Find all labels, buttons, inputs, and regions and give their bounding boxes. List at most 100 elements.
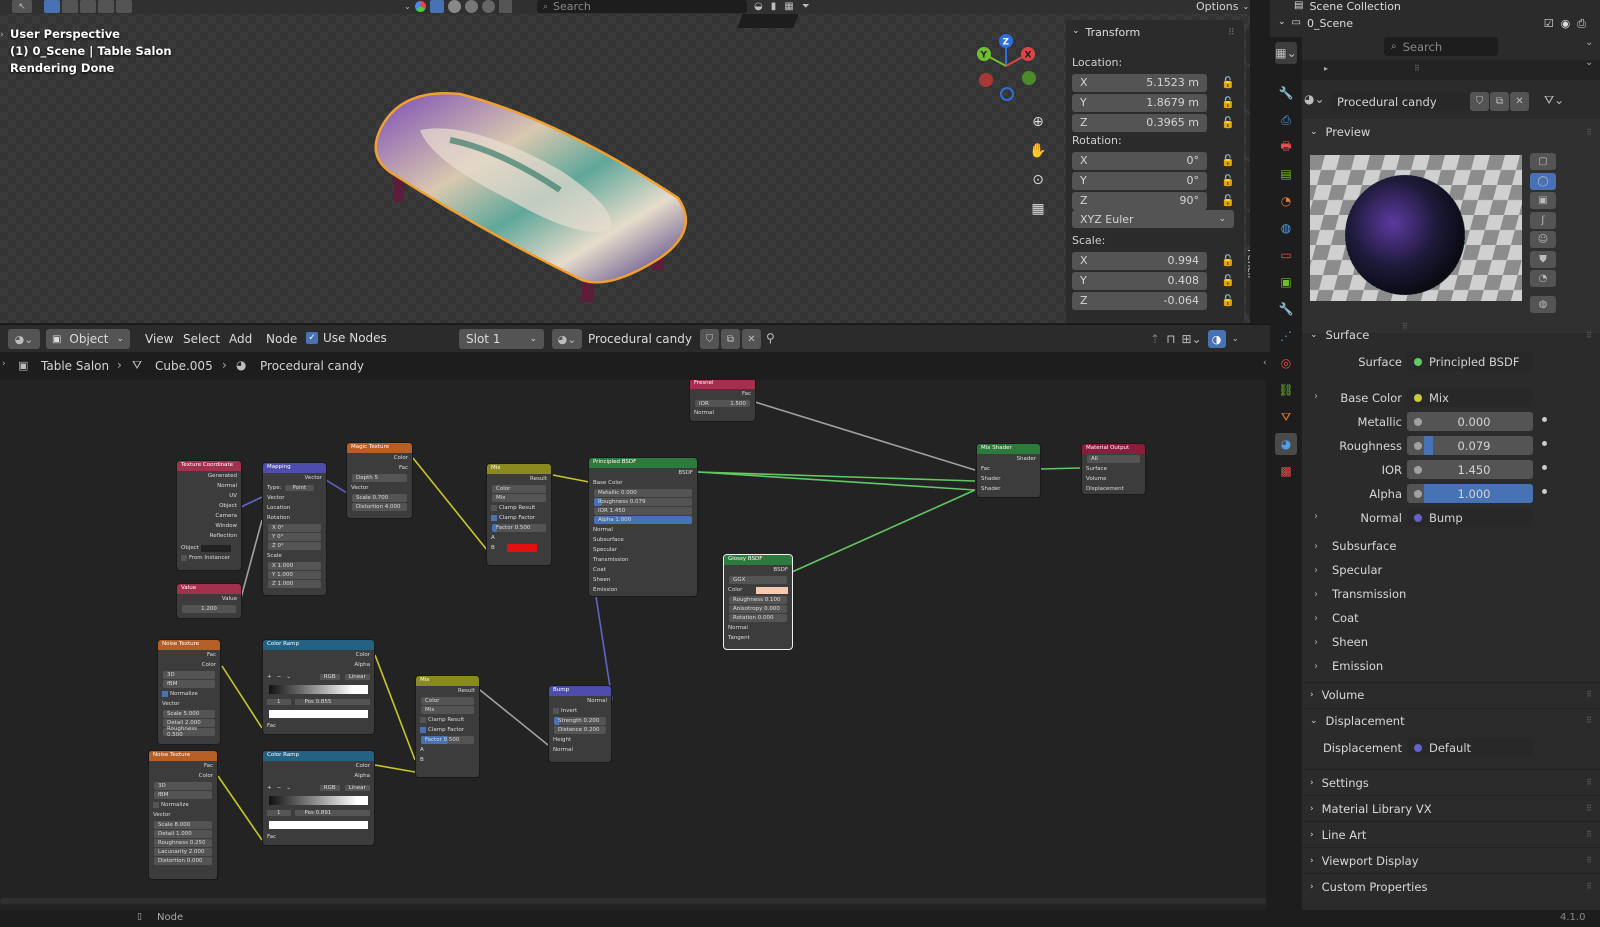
- interpolation-select[interactable]: Linear: [344, 785, 370, 791]
- type-field[interactable]: Type: Point: [263, 483, 326, 493]
- factor-field[interactable]: Factor 0.500: [421, 736, 474, 744]
- viewport-search[interactable]: ⌕ Search: [537, 0, 747, 13]
- input-field[interactable]: 0.079: [1407, 436, 1533, 455]
- zoom-icon[interactable]: ⊕: [1027, 111, 1049, 133]
- node-color-ramp-1[interactable]: Color Ramp Color Alpha + − ⌄ RGB Linear 1P…: [262, 639, 375, 735]
- node-socket[interactable]: Anisotropy 0.000: [729, 605, 787, 613]
- checkbox-icon[interactable]: [420, 717, 426, 723]
- rendered-shading-icon[interactable]: [481, 0, 495, 13]
- outliner-scene-row[interactable]: ⌄ ▭ 0_Scene ☑ ◉ ⎙: [1278, 17, 1600, 31]
- node-mix-1[interactable]: Mix Result Color Mix Clamp Result Clamp …: [486, 463, 552, 566]
- section-custom-properties[interactable]: › Custom Properties ⠿: [1302, 873, 1600, 899]
- node-socket[interactable]: Roughness 0.100: [729, 596, 787, 604]
- node-noise-texture-2[interactable]: Noise Texture Fac Color 3D fBM Normalize…: [148, 750, 218, 880]
- socket-alpha[interactable]: Alpha: [263, 660, 374, 670]
- hair-icon[interactable]: ʃ: [1530, 211, 1556, 229]
- node-socket[interactable]: Emission: [589, 585, 697, 595]
- color-mode-select[interactable]: RGB: [319, 785, 340, 791]
- socket-tangent[interactable]: Tangent: [724, 633, 792, 643]
- node-socket[interactable]: Window: [177, 521, 241, 531]
- slot-select[interactable]: Slot 1 ⌄: [459, 329, 544, 349]
- factor-field[interactable]: Factor 0.500: [492, 524, 546, 532]
- tool-icon[interactable]: 🔧: [1275, 82, 1297, 104]
- dimensions-select[interactable]: 3D: [154, 782, 212, 790]
- stop-color-swatch[interactable]: [269, 821, 368, 829]
- subsection-subsurface[interactable]: › Subsurface: [1302, 534, 1600, 558]
- socket-bsdf[interactable]: BSDF: [589, 468, 697, 478]
- node-socket[interactable]: Roughness 0.500: [163, 726, 215, 738]
- chevron-left-icon[interactable]: ‹: [1263, 358, 1267, 368]
- filter-icon[interactable]: ⏷: [802, 1, 810, 12]
- eye-icon[interactable]: ◉: [1561, 17, 1571, 31]
- checkbox-checked-icon[interactable]: ✓: [306, 332, 318, 344]
- particles-icon[interactable]: ⋰: [1275, 325, 1297, 347]
- depth-field[interactable]: Depth 5: [352, 474, 407, 482]
- checkbox-checked-icon[interactable]: [162, 691, 168, 697]
- wireframe-icon[interactable]: [498, 0, 512, 13]
- chevron-down-icon[interactable]: ⌄: [286, 674, 291, 680]
- node-socket[interactable]: Reflection: [177, 531, 241, 541]
- scale-field[interactable]: Scale 0.700: [352, 494, 407, 502]
- node-socket[interactable]: Transmission: [589, 555, 697, 565]
- node-socket[interactable]: Generated: [177, 471, 241, 481]
- menu-node[interactable]: Node: [266, 332, 297, 346]
- camera-icon[interactable]: ⎙: [1577, 17, 1586, 31]
- clamp-result-toggle[interactable]: Clamp Result: [416, 715, 479, 725]
- input-field[interactable]: 1.450: [1407, 460, 1533, 479]
- horizontal-scrollbar[interactable]: [0, 898, 1266, 904]
- stop-index[interactable]: 1: [267, 810, 291, 816]
- keyframe-dot-icon[interactable]: [1542, 465, 1547, 470]
- viewport-right-tools[interactable]: ◒ ▮ ▦ ⏷: [754, 0, 844, 13]
- target-select[interactable]: All: [1087, 455, 1140, 463]
- node-socket[interactable]: Z 1.000: [268, 580, 321, 588]
- checkbox-icon[interactable]: [181, 555, 187, 561]
- drag-handle-icon[interactable]: ⠿: [1228, 28, 1235, 38]
- noise-type-select[interactable]: fBM: [154, 791, 212, 799]
- socket-base-color[interactable]: Base Color: [589, 478, 697, 488]
- node-socket[interactable]: Normal: [177, 481, 241, 491]
- options-label[interactable]: Options: [1196, 0, 1238, 13]
- lock-icon[interactable]: 🔓: [1221, 76, 1235, 89]
- node-socket[interactable]: Fac: [977, 464, 1040, 474]
- object-picker[interactable]: [200, 544, 231, 552]
- minus-icon[interactable]: −: [277, 785, 282, 791]
- keyframe-dot-icon[interactable]: [1542, 489, 1547, 494]
- transform-header[interactable]: ⌄ Transform: [1072, 26, 1140, 39]
- lock-icon[interactable]: 🔓: [1221, 274, 1235, 287]
- node-material-output[interactable]: Material Output All Surface Volume Displac…: [1081, 443, 1146, 495]
- chevron-down-icon[interactable]: ⌄: [1585, 37, 1593, 48]
- world-icon[interactable]: ◍: [1275, 217, 1297, 239]
- node-socket[interactable]: Vector: [263, 493, 326, 503]
- stop-position[interactable]: Pos 0.855: [294, 699, 370, 705]
- subsection-transmission[interactable]: › Transmission: [1302, 582, 1600, 606]
- keyframe-dot-icon[interactable]: [1542, 417, 1547, 422]
- object-field[interactable]: Object: [177, 543, 241, 553]
- editor-type-icon[interactable]: ▦⌄: [1275, 42, 1297, 64]
- distance-field[interactable]: Distance 0.200: [554, 726, 606, 734]
- section-settings[interactable]: › Settings ⠿: [1302, 769, 1600, 795]
- section-line-art[interactable]: › Line Art ⠿: [1302, 821, 1600, 847]
- material-shading-icon[interactable]: [464, 0, 478, 13]
- gradient-bar[interactable]: [269, 796, 368, 805]
- color-row[interactable]: Color: [724, 585, 792, 595]
- checkbox-icon[interactable]: [491, 505, 497, 511]
- node-socket[interactable]: Shader: [977, 484, 1040, 494]
- location-y-field[interactable]: Y 1.8679 m: [1072, 93, 1207, 112]
- clamp-factor-toggle[interactable]: Clamp Factor: [416, 725, 479, 735]
- camera-icon[interactable]: ⊙: [1027, 169, 1049, 191]
- sidebar-tab-edit[interactable]: Edit: [1246, 212, 1250, 246]
- socket-fac[interactable]: Fac: [158, 650, 220, 660]
- sidebar-tab-grease-pencil[interactable]: Grease Pencil: [1245, 249, 1250, 315]
- menu-add[interactable]: Add: [229, 332, 252, 346]
- node-socket[interactable]: Sheen: [589, 575, 697, 585]
- stop-index[interactable]: 1: [267, 699, 291, 705]
- fluid-icon[interactable]: ◔: [1530, 270, 1556, 287]
- overlay-icon[interactable]: [414, 1, 426, 12]
- plus-icon[interactable]: +: [267, 785, 272, 791]
- navigation-gizmo[interactable]: Z X Y: [970, 32, 1050, 112]
- 3d-viewport[interactable]: ↖ ⌄ ⌕ Search ◒ ▮ ▦ ⏷ Options ⌄ › User Per…: [0, 0, 1250, 323]
- select-mode-buttons[interactable]: [44, 0, 134, 13]
- socket-normal-out[interactable]: Normal: [549, 696, 611, 706]
- node-socket[interactable]: Rotation: [263, 513, 326, 523]
- plus-icon[interactable]: +: [267, 674, 272, 680]
